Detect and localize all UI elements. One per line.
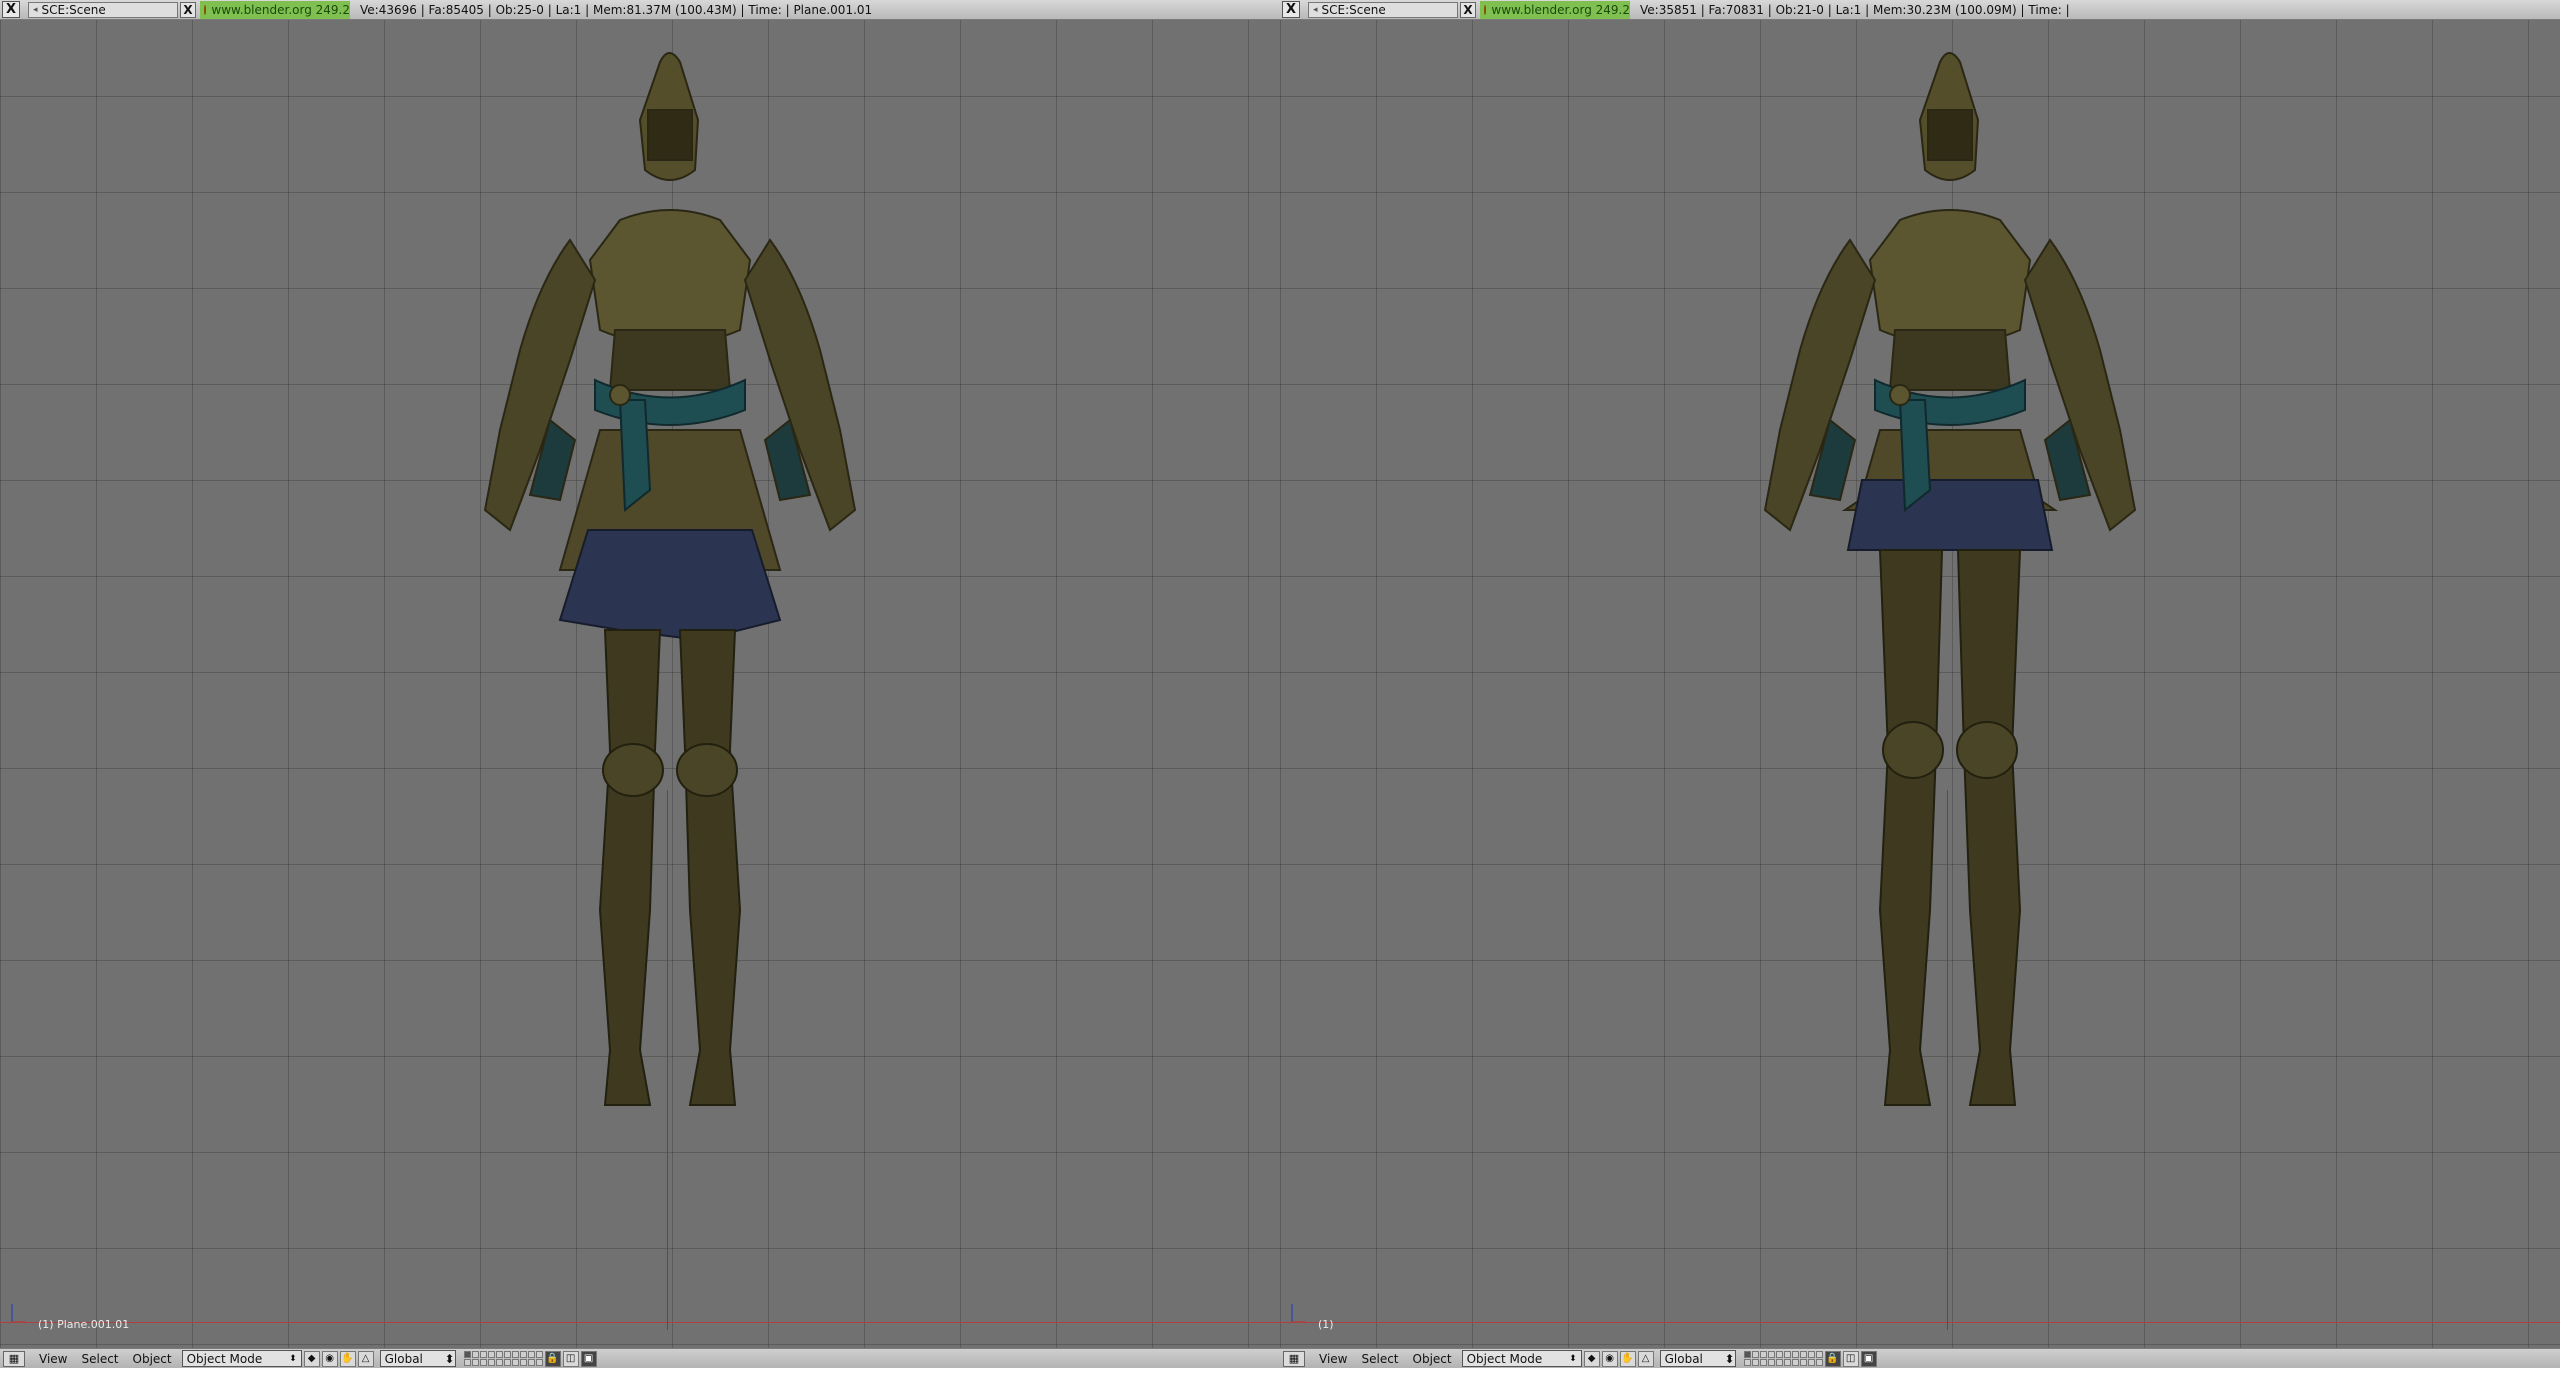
menu-select[interactable]: Select (1361, 1352, 1398, 1366)
translate-icon[interactable]: △ (357, 1350, 374, 1367)
chevron-updown-icon: ⬍ (444, 1351, 455, 1366)
3d-view-header: ▦ View Select Object Object Mode ⬍ ◆ ◉ ✋… (1280, 1348, 2560, 1368)
menu-object[interactable]: Object (1413, 1352, 1452, 1366)
menu-view[interactable]: View (1319, 1352, 1347, 1366)
lock-icon[interactable]: 🔒 (544, 1350, 561, 1367)
scene-delete-button[interactable]: X (1460, 1, 1476, 18)
transform-manipulator-icon[interactable]: ✋ (339, 1350, 356, 1367)
orientation-select[interactable]: Global ⬍ (379, 1350, 456, 1367)
window-close-button[interactable]: X (2, 1, 20, 18)
right-3d-view-pane: X ◂ SCE:Scene X www.blender.org 249.2 Ve… (1280, 0, 2560, 1368)
url-text: www.blender.org 249.2 (211, 2, 350, 17)
pivot-icon[interactable]: ◉ (321, 1350, 338, 1367)
knight-model-short-skirt[interactable] (1600, 30, 2300, 1340)
blender-logo-icon (204, 4, 207, 15)
chevron-updown-icon: ⬍ (1724, 1351, 1735, 1366)
orientation-select[interactable]: Global ⬍ (1659, 1350, 1736, 1367)
window-close-button[interactable]: X (1282, 1, 1300, 18)
scene-dropdown-icon: ◂ (33, 4, 38, 15)
3d-viewport[interactable]: (1) Plane.001.01 (0, 20, 1280, 1348)
lock-icon[interactable]: 🔒 (1824, 1350, 1841, 1367)
chevron-updown-icon: ⬍ (289, 1353, 297, 1364)
render-icon[interactable]: ▣ (1860, 1350, 1877, 1367)
axis-orientation-icon (11, 1304, 26, 1323)
info-header: X ◂ SCE:Scene X www.blender.org 249.2 Ve… (1280, 0, 2560, 20)
scene-selector[interactable]: ◂ SCE:Scene (1308, 1, 1458, 18)
editor-type-icon[interactable]: ▦ (3, 1350, 25, 1367)
blender-logo-icon (1484, 4, 1487, 15)
render-preview-icon[interactable]: ◫ (1842, 1350, 1859, 1367)
z-axis-line (667, 790, 668, 1330)
z-axis-line (1947, 790, 1948, 1330)
3d-view-header: ▦ View Select Object Object Mode ⬍ ◆ ◉ ✋… (0, 1348, 1280, 1368)
active-object-label: (1) Plane.001.01 (38, 1318, 130, 1331)
mode-select[interactable]: Object Mode ⬍ (181, 1350, 302, 1367)
render-icon[interactable]: ▣ (580, 1350, 597, 1367)
scene-selector[interactable]: ◂ SCE:Scene (28, 1, 178, 18)
translate-icon[interactable]: △ (1637, 1350, 1654, 1367)
transform-manipulator-icon[interactable]: ✋ (1619, 1350, 1636, 1367)
left-3d-view-pane: X ◂ SCE:Scene X www.blender.org 249.2 Ve… (0, 0, 1280, 1368)
3d-viewport[interactable]: (1) (1280, 20, 2560, 1348)
orientation-label: Global (1664, 1351, 1703, 1366)
x-axis-line (1280, 1322, 2560, 1323)
info-header: X ◂ SCE:Scene X www.blender.org 249.2 Ve… (0, 0, 1280, 20)
mode-label: Object Mode (186, 1351, 263, 1366)
menu-select[interactable]: Select (81, 1352, 118, 1366)
menu-object[interactable]: Object (133, 1352, 172, 1366)
blender-url-link[interactable]: www.blender.org 249.2 (200, 0, 350, 19)
x-axis-line (0, 1322, 1280, 1323)
bottom-margin (0, 1368, 2560, 1392)
layer-buttons[interactable] (463, 1351, 543, 1366)
knight-model-long-skirt[interactable] (320, 30, 1020, 1340)
mode-select[interactable]: Object Mode ⬍ (1461, 1350, 1582, 1367)
render-preview-icon[interactable]: ◫ (562, 1350, 579, 1367)
pivot-icon[interactable]: ◉ (1601, 1350, 1618, 1367)
active-object-label: (1) (1318, 1318, 1334, 1331)
draw-type-icon[interactable]: ◆ (1583, 1350, 1600, 1367)
scene-stats: Ve:43696 | Fa:85405 | Ob:25-0 | La:1 | M… (360, 2, 873, 17)
blender-url-link[interactable]: www.blender.org 249.2 (1480, 0, 1630, 19)
orientation-label: Global (384, 1351, 423, 1366)
scene-stats: Ve:35851 | Fa:70831 | Ob:21-0 | La:1 | M… (1640, 2, 2070, 17)
scene-label: SCE:Scene (41, 2, 106, 17)
menu-view[interactable]: View (39, 1352, 67, 1366)
editor-type-icon[interactable]: ▦ (1283, 1350, 1305, 1367)
url-text: www.blender.org 249.2 (1491, 2, 1630, 17)
mode-label: Object Mode (1466, 1351, 1543, 1366)
draw-type-icon[interactable]: ◆ (303, 1350, 320, 1367)
scene-dropdown-icon: ◂ (1313, 4, 1318, 15)
chevron-updown-icon: ⬍ (1569, 1353, 1577, 1364)
axis-orientation-icon (1291, 1304, 1306, 1323)
scene-label: SCE:Scene (1321, 2, 1386, 17)
layer-buttons[interactable] (1743, 1351, 1823, 1366)
scene-delete-button[interactable]: X (180, 1, 196, 18)
